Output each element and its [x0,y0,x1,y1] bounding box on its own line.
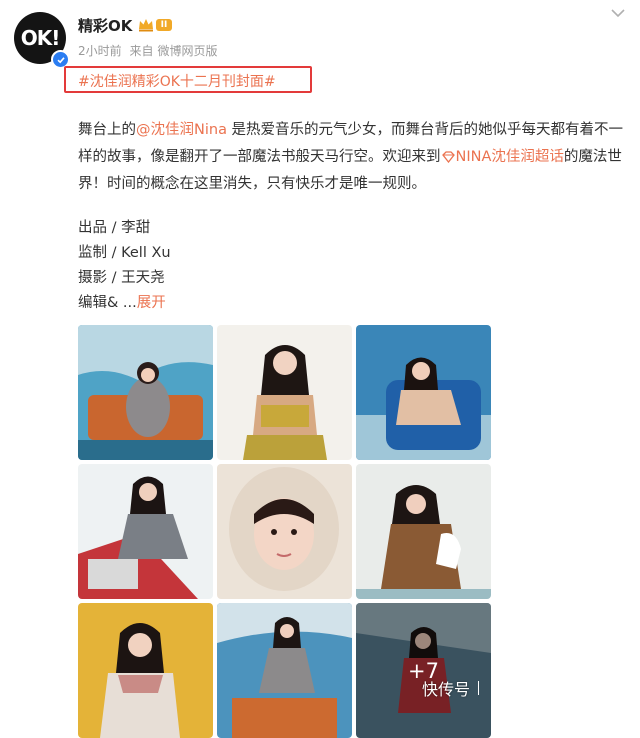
source-prefix: 来自 [129,44,154,58]
photo-4[interactable] [78,464,213,599]
post-source: 微博网页版 [157,44,218,58]
credit-editor-line: 编辑& ...展开 [78,291,171,316]
crown-icon [139,19,153,32]
post-time[interactable]: 2小时前 [78,44,122,58]
credit-editor: 编辑& ... [78,295,137,311]
vip-badge[interactable]: II [138,16,174,33]
chevron-down-icon[interactable] [610,8,626,18]
vip-level: II [156,18,172,31]
photo-8[interactable] [217,603,352,738]
credit-producer: 出品 / 李甜 [78,220,151,236]
watermark-text: 快传号 [422,680,471,699]
body-text-start: 舞台上的 [78,122,136,138]
credit-supervisor: 监制 / Kell Xu [78,245,171,261]
photo-2[interactable] [217,325,352,460]
photo-1[interactable] [78,325,213,460]
hashtag-link[interactable]: #沈佳润精彩OK十二月刊封面# [78,71,276,91]
photo-9[interactable]: +7 [356,603,491,738]
super-topic-link[interactable]: NINA沈佳润超话 [456,149,564,165]
post-header: OK! 精彩OK II 2小时前 来自 微博网页版 [0,0,640,70]
more-photos-count[interactable]: +7 [356,603,491,738]
credits: 出品 / 李甜 监制 / Kell Xu 摄影 / 王天尧 编辑& ...展开 [78,216,171,316]
mention-link[interactable]: @沈佳润Nina [136,122,227,138]
credit-photographer: 摄影 / 王天尧 [78,270,165,286]
post-body: 舞台上的@沈佳润Nina 是热爱音乐的元气少女，而舞台背后的她似乎每天都有着不一… [78,117,633,198]
expand-link[interactable]: 展开 [137,295,166,311]
avatar-logo-text: OK! [20,26,61,50]
photo-5[interactable] [217,464,352,599]
diamond-icon [441,151,455,163]
watermark-divider [478,681,480,695]
post-meta: 2小时前 来自 微博网页版 [78,42,222,59]
photo-3[interactable] [356,325,491,460]
photo-7[interactable] [78,603,213,738]
photo-6[interactable] [356,464,491,599]
watermark: 快传号 [422,676,480,700]
username[interactable]: 精彩OK [78,15,132,36]
